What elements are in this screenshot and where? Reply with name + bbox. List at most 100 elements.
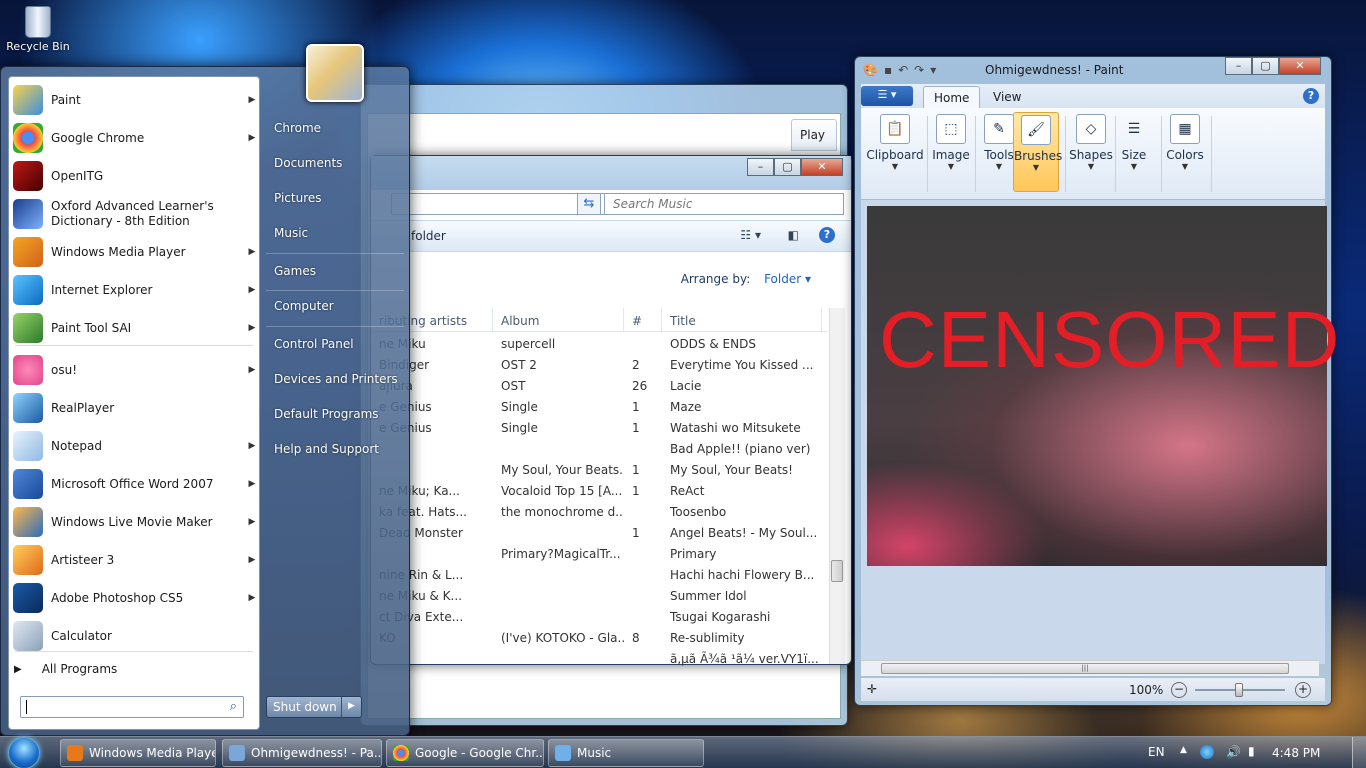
language-indicator[interactable]: EN xyxy=(1148,745,1165,759)
program-paint-tool-sai[interactable]: Paint Tool SAI ▶ xyxy=(9,309,259,347)
program-word[interactable]: Microsoft Office Word 2007 ▶ xyxy=(9,465,259,503)
start-button[interactable] xyxy=(4,737,44,768)
file-menu-button[interactable]: ☰ ▾ xyxy=(861,86,913,106)
customize-icon[interactable]: ▾ xyxy=(930,63,936,77)
canvas-area[interactable]: CENSORED xyxy=(861,200,1339,664)
submenu-arrow-icon[interactable]: ▶ xyxy=(245,247,259,257)
start-link-documents[interactable]: Documents xyxy=(274,156,342,170)
start-link-computer[interactable]: Computer xyxy=(274,299,334,313)
taskbar-chrome[interactable]: Google - Google Chr... xyxy=(386,739,544,767)
start-link-help-and-support[interactable]: Help and Support xyxy=(274,442,379,456)
table-row[interactable]: ã,µã Ã¾ã ¹ã¼ ver.VY1ï... xyxy=(371,649,827,670)
submenu-arrow-icon[interactable]: ▶ xyxy=(245,479,259,489)
table-row[interactable]: Bad Apple!! (piano ver) xyxy=(371,439,827,460)
table-row[interactable]: ajiuraOST26Lacie xyxy=(371,376,827,397)
zoom-slider-knob[interactable] xyxy=(1235,683,1243,697)
zoom-slider[interactable] xyxy=(1195,683,1285,697)
column-album[interactable]: Album xyxy=(493,308,624,331)
image-group[interactable]: ⬚ Image ▼ xyxy=(929,112,973,192)
show-hidden-icons-icon[interactable]: ▲ xyxy=(1180,745,1187,755)
table-row[interactable]: BindigerOST 22Everytime You Kissed ... xyxy=(371,355,827,376)
submenu-arrow-icon[interactable]: ▶ xyxy=(245,95,259,105)
tab-home[interactable]: Home xyxy=(923,86,981,108)
brushes-group[interactable]: 🖌 Brushes ▼ xyxy=(1013,112,1062,192)
undo-icon[interactable]: ↶ xyxy=(898,63,908,77)
canvas-image[interactable]: CENSORED xyxy=(867,206,1339,566)
minimize-button[interactable]: – xyxy=(747,158,774,176)
recycle-bin[interactable]: Recycle Bin xyxy=(4,6,72,53)
preview-pane-icon[interactable]: ◧ xyxy=(788,228,799,242)
table-row[interactable]: Primary?MagicalTr... Primary xyxy=(371,544,827,565)
refresh-icon[interactable]: ⇆ xyxy=(577,193,601,215)
close-button[interactable]: ✕ xyxy=(1279,57,1321,75)
network-icon[interactable]: ▮ xyxy=(1248,744,1255,758)
program-internet-explorer[interactable]: Internet Explorer ▶ xyxy=(9,271,259,309)
help-icon[interactable]: ? xyxy=(819,227,835,243)
size-group[interactable]: ☰ Size ▼ xyxy=(1117,112,1151,192)
search-input[interactable]: Search Music xyxy=(604,193,844,215)
table-row[interactable]: ne Miku; Ka... Vocaloid Top 15 [A... 1 ReAc… xyxy=(371,481,827,502)
clipboard-group[interactable]: 📋 Clipboard ▼ xyxy=(865,112,925,192)
table-row[interactable]: ne MikusupercellODDS & ENDS xyxy=(371,334,827,355)
scrollbar-thumb[interactable] xyxy=(831,560,843,582)
table-row[interactable]: ka feat. Hats... the monochrome d... Toose… xyxy=(371,502,827,523)
taskbar-paint[interactable]: Ohmigewdness! - Pa... xyxy=(222,739,382,767)
maximize-button[interactable]: ▢ xyxy=(1252,57,1279,75)
submenu-arrow-icon[interactable]: ▶ xyxy=(245,323,259,333)
table-row[interactable]: KO(I've) KOTOKO - Gla...8Re-sublimity xyxy=(371,628,827,649)
submenu-arrow-icon[interactable]: ▶ xyxy=(245,133,259,143)
arrange-dropdown[interactable]: Folder ▾ xyxy=(764,272,811,286)
table-row[interactable]: My Soul, Your Beats... 1 My Soul, Your Bea… xyxy=(371,460,827,481)
submenu-arrow-icon[interactable]: ▶ xyxy=(245,555,259,565)
program-photoshop[interactable]: Adobe Photoshop CS5 ▶ xyxy=(9,579,259,617)
taskbar-music[interactable]: Music xyxy=(548,739,704,767)
shutdown-options-icon[interactable]: ▶ xyxy=(341,697,361,717)
view-options-icon[interactable]: ☷ ▾ xyxy=(740,228,761,242)
start-link-control-panel[interactable]: Control Panel xyxy=(274,337,354,351)
start-link-music[interactable]: Music xyxy=(274,226,308,240)
paint-app-icon[interactable]: 🎨 xyxy=(863,63,878,77)
start-link-pictures[interactable]: Pictures xyxy=(274,191,322,205)
submenu-arrow-icon[interactable]: ▶ xyxy=(245,593,259,603)
user-avatar[interactable] xyxy=(306,44,364,102)
program-osu[interactable]: osu! ▶ xyxy=(9,351,259,389)
table-row[interactable]: e GeniusSingle1Maze xyxy=(371,397,827,418)
minimize-button[interactable]: – xyxy=(1225,57,1252,75)
start-search-input[interactable]: ⌕ xyxy=(20,696,244,718)
horizontal-scrollbar[interactable]: ||| xyxy=(861,660,1319,676)
program-realplayer[interactable]: RealPlayer xyxy=(9,389,259,427)
program-notepad[interactable]: Notepad ▶ xyxy=(9,427,259,465)
submenu-arrow-icon[interactable]: ▶ xyxy=(245,517,259,527)
save-icon[interactable]: ▪ xyxy=(884,63,892,77)
program-media-player[interactable]: Windows Media Player ▶ xyxy=(9,233,259,271)
program-openitg[interactable]: OpenITG xyxy=(9,157,259,195)
table-row[interactable]: ct Diva Exte... Tsugai Kogarashi xyxy=(371,607,827,628)
table-row[interactable]: nine Rin & L... Hachi hachi Flowery B... xyxy=(371,565,827,586)
submenu-arrow-icon[interactable]: ▶ xyxy=(245,441,259,451)
table-row[interactable]: Dead Monster 1 Angel Beats! - My Soul... xyxy=(371,523,827,544)
start-link-games[interactable]: Games xyxy=(274,264,316,278)
submenu-arrow-icon[interactable]: ▶ xyxy=(245,285,259,295)
colors-group[interactable]: ▦ Colors ▼ xyxy=(1163,112,1207,192)
paint-window[interactable]: 🎨 ▪ ↶ ↷ ▾ Ohmigewdness! - Paint – ▢ ✕ ☰ … xyxy=(854,56,1339,706)
tab-view[interactable]: View xyxy=(983,86,1031,108)
all-programs-button[interactable]: ▶ All Programs xyxy=(10,658,250,680)
program-paint[interactable]: Paint ▶ xyxy=(9,81,259,119)
program-calculator[interactable]: Calculator xyxy=(9,617,259,655)
zoom-out-button[interactable]: − xyxy=(1171,682,1187,698)
program-chrome[interactable]: Google Chrome ▶ xyxy=(9,119,259,157)
start-link-default-programs[interactable]: Default Programs xyxy=(274,407,379,421)
shapes-group[interactable]: ◇ Shapes ▼ xyxy=(1069,112,1113,192)
column-title[interactable]: Title xyxy=(662,308,822,331)
zoom-in-button[interactable]: + xyxy=(1295,682,1311,698)
tab-play[interactable]: Play xyxy=(791,119,837,151)
tray-app-icon[interactable] xyxy=(1200,745,1214,759)
clock[interactable]: 4:48 PM xyxy=(1272,746,1320,760)
help-icon[interactable]: ? xyxy=(1303,88,1319,104)
submenu-arrow-icon[interactable]: ▶ xyxy=(245,365,259,375)
start-link-chrome[interactable]: Chrome xyxy=(274,121,321,135)
new-folder-button[interactable]: folder xyxy=(411,229,446,243)
table-row[interactable]: ne Miku & K... Summer Idol xyxy=(371,586,827,607)
vertical-scrollbar[interactable] xyxy=(829,308,845,664)
scrollbar-thumb[interactable]: ||| xyxy=(881,663,1289,674)
